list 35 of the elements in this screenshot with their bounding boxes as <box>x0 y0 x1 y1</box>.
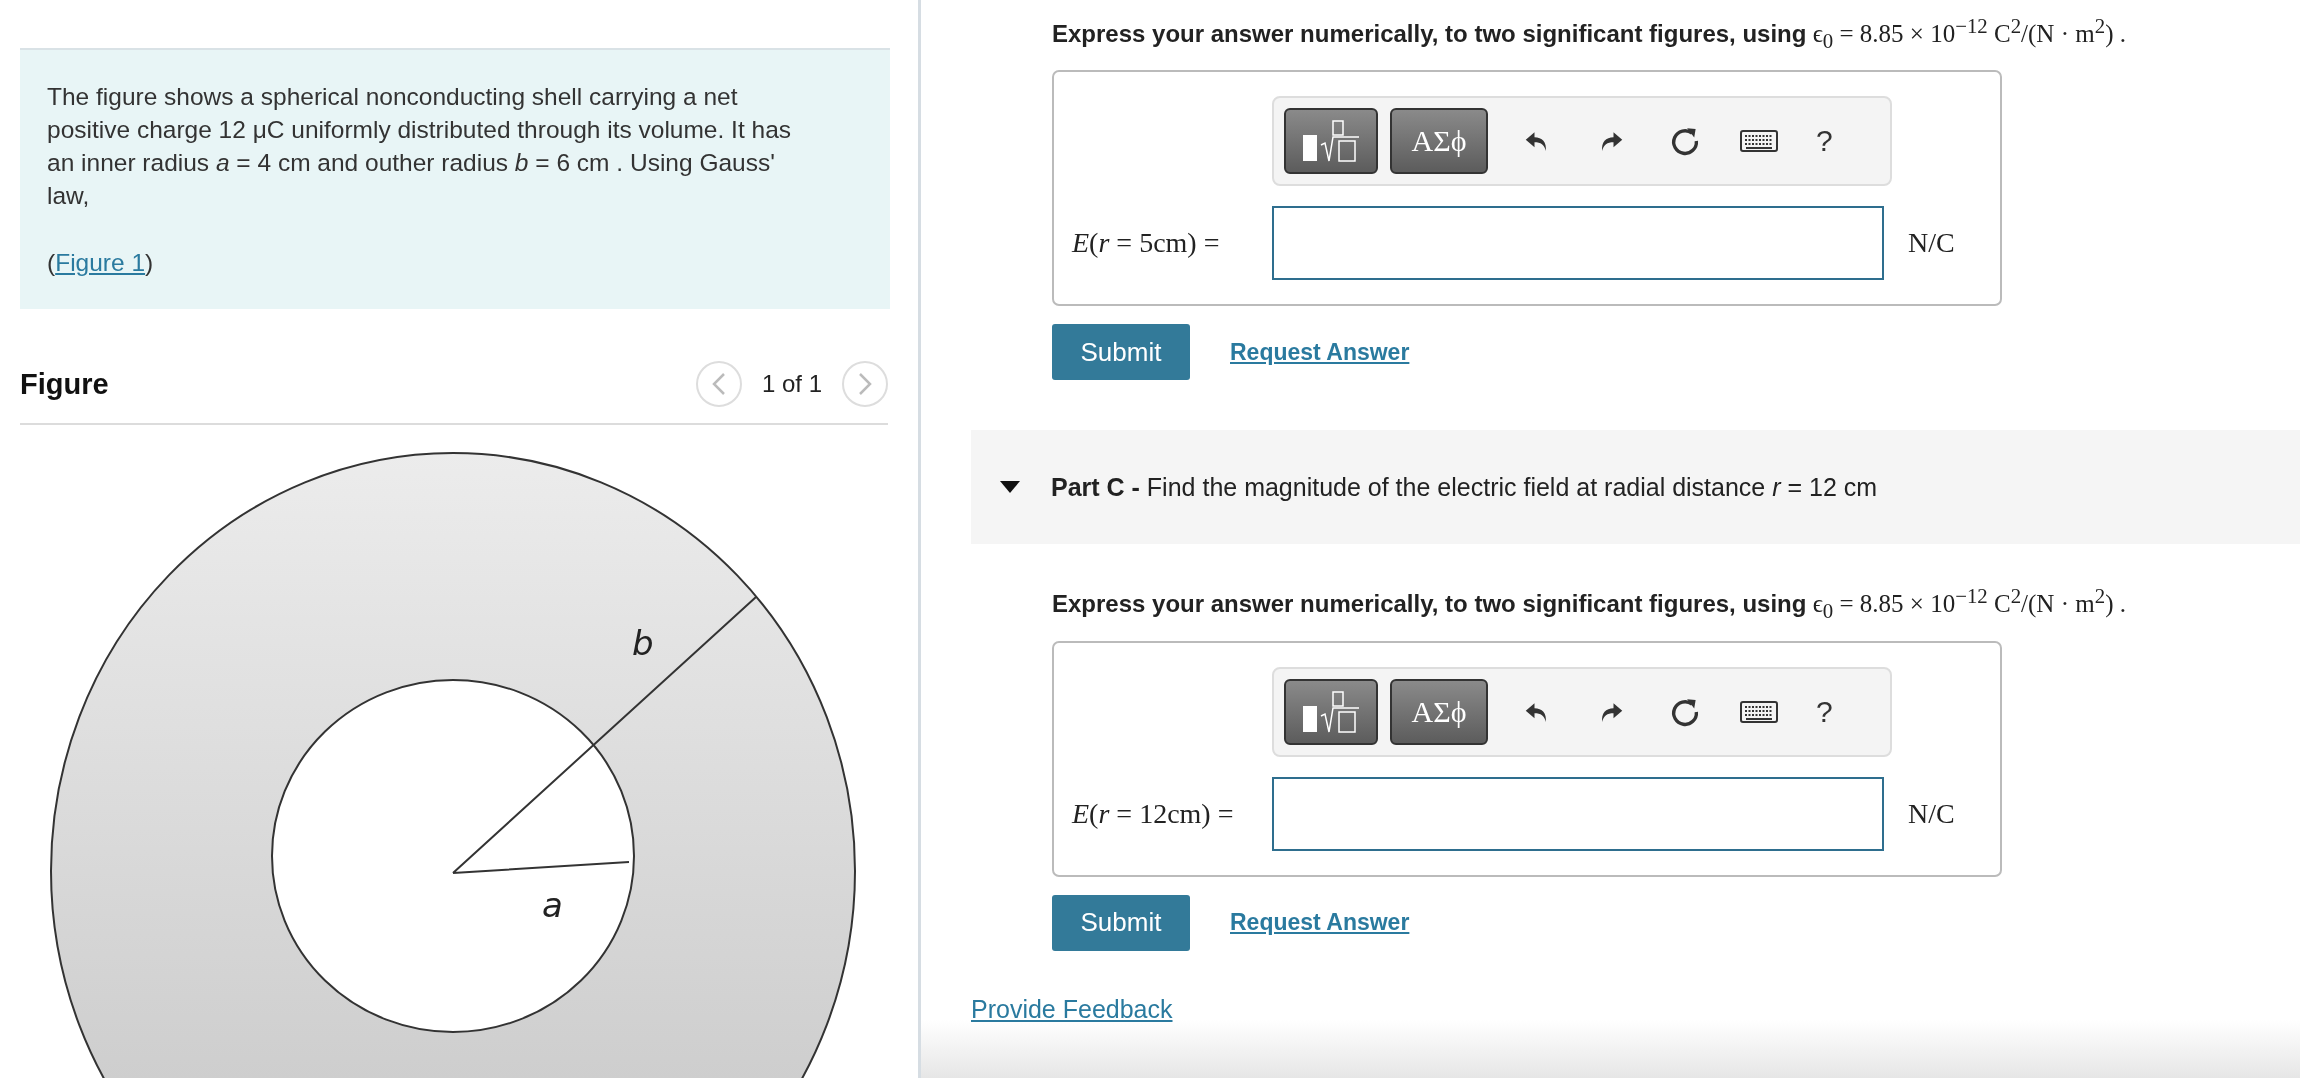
symbols-button[interactable]: ΑΣϕ <box>1390 108 1488 175</box>
answer-field[interactable] <box>1272 206 1884 281</box>
figure-reference: (Figure 1) <box>47 248 155 278</box>
instruction-text: Express your answer numerically, to two significant figures, using ϵ$_{0}$ = 8.85 × 10$^{−12}$ C$^{2}$/(N · m$^{2}$) . <box>1052 14 2127 55</box>
help-button[interactable]: ? <box>1796 694 1833 729</box>
template-icon <box>1301 119 1361 164</box>
submit-button[interactable]: Submit <box>1052 894 1190 951</box>
radius-label: a <box>542 885 563 925</box>
template-icon <box>1301 689 1361 734</box>
page-counter: 1 of 1 <box>761 370 822 398</box>
figure-link[interactable]: Figure 1 <box>55 249 146 276</box>
answer-label: E(r = 12cm) = <box>1070 797 1235 830</box>
request-answer-link[interactable]: Request Answer <box>1230 338 1410 366</box>
template-button[interactable] <box>1284 678 1378 745</box>
caret-icon[interactable] <box>999 480 1021 495</box>
feedback-link[interactable]: Provide Feedback <box>971 994 1173 1024</box>
unit-label: N/C <box>1908 797 1955 830</box>
part-header[interactable]: Part C - Find the magnitude of the electric field at radial distance r = 12 cm <box>971 430 2300 545</box>
keyboard-icon[interactable] <box>1740 699 1778 724</box>
answer-field[interactable] <box>1272 776 1884 851</box>
chevron-left-icon <box>711 372 726 396</box>
unit-label: N/C <box>1908 227 1955 260</box>
template-button[interactable] <box>1284 108 1378 175</box>
answer-label: E(r = 5cm) = <box>1070 227 1221 260</box>
part-title: Part C - Find the magnitude of the electric field at radial distance r = 12 cm <box>1051 472 1878 502</box>
submit-button[interactable]: Submit <box>1052 324 1190 381</box>
instruction-text: Express your answer numerically, to two significant figures, using ϵ$_{0}$ = 8.85 × 10$^{−12}$ C$^{2}$/(N · m$^{2}$) . <box>1052 584 2127 625</box>
figure-title: Figure <box>20 367 110 401</box>
radius-label: b <box>632 623 654 663</box>
keyboard-icon[interactable] <box>1740 129 1778 154</box>
symbols-button[interactable]: ΑΣϕ <box>1390 678 1488 745</box>
chevron-right-icon <box>858 372 872 396</box>
help-button[interactable]: ? <box>1796 124 1833 159</box>
problem-text: The figure shows a spherical nonconducting shell carrying a net positive charge 12 μC uniformly distributed through its volume. It has an inner radius a = 4 cm and outher radius b = 6 cm . Using Gauss' law, <box>47 82 793 211</box>
request-answer-link[interactable]: Request Answer <box>1230 909 1410 937</box>
